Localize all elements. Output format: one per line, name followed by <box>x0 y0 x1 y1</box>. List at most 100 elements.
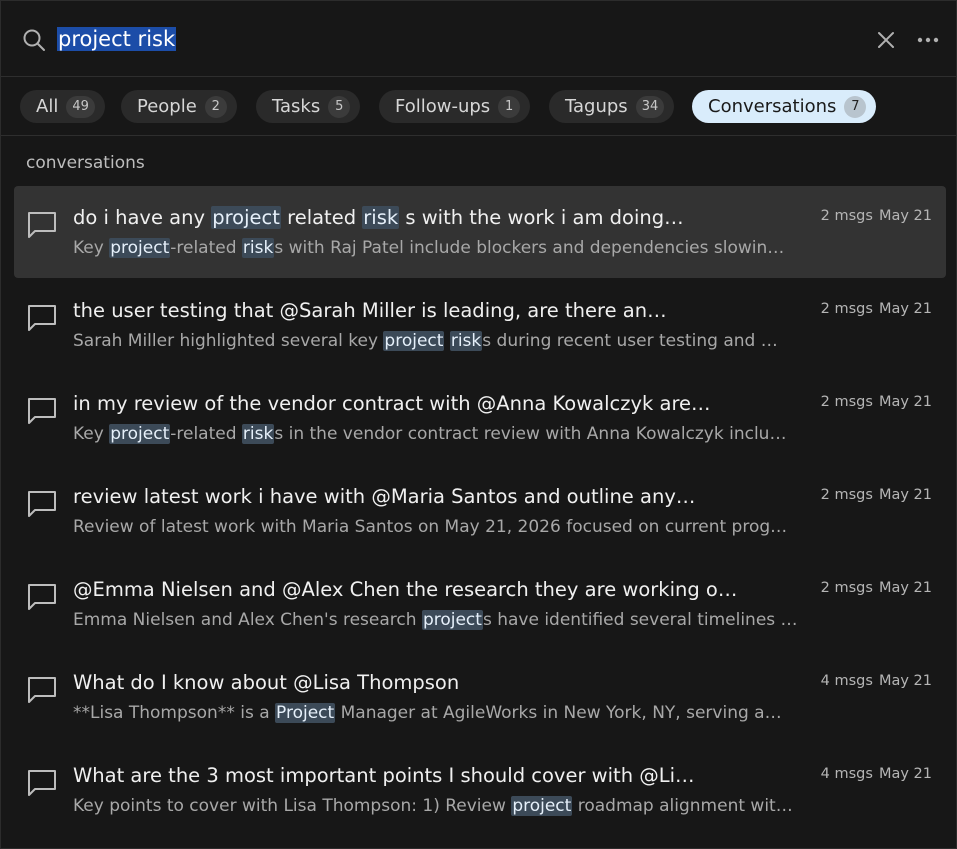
conversation-snippet-text: Review of latest work with Maria Santos … <box>73 517 788 537</box>
conversation-row[interactable]: the user testing that @Sarah Miller is l… <box>14 279 946 371</box>
message-count: 4 msgs <box>820 673 873 689</box>
conversation-date: May 21 <box>878 394 932 410</box>
filter-chip-people[interactable]: People 2 <box>121 90 237 123</box>
conversation-snippet-text: roadmap alignment wit… <box>572 796 793 816</box>
match-highlight: project <box>211 206 281 229</box>
section-heading: conversations <box>26 153 145 173</box>
filter-chip-tasks[interactable]: Tasks 5 <box>256 90 361 123</box>
conversation-row[interactable]: review latest work i have with @Maria Sa… <box>14 465 946 557</box>
filter-chip-all[interactable]: All 49 <box>20 90 105 123</box>
match-highlight: risk <box>241 424 275 444</box>
conversation-snippet-text: Key <box>73 238 110 258</box>
conversation-date: May 21 <box>878 301 932 317</box>
filter-chip-label: Tagups <box>565 96 628 117</box>
conversation-snippet: Key points to cover with Lisa Thompson: … <box>73 793 813 819</box>
match-highlight: project <box>109 424 171 444</box>
match-highlight: project <box>421 610 483 630</box>
filter-chip-count: 5 <box>328 95 351 118</box>
more-horizontal-icon[interactable] <box>915 28 941 52</box>
conversation-snippet-text: -related <box>170 238 242 258</box>
conversation-snippet-text: s during recent user testing and … <box>482 331 778 351</box>
search-input[interactable]: project risk <box>57 23 177 55</box>
match-highlight: project <box>383 331 445 351</box>
conversation-title-text: do i have any <box>73 206 212 229</box>
search-bar: project risk <box>1 1 956 77</box>
filter-chip-tagups[interactable]: Tagups 34 <box>549 90 675 123</box>
search-icon <box>23 29 45 51</box>
chat-bubble-icon <box>28 770 56 796</box>
conversation-snippet-text: Manager at AgileWorks in New York, NY, s… <box>335 703 782 723</box>
conversation-date: May 21 <box>878 673 932 689</box>
conversation-row[interactable]: in my review of the vendor contract with… <box>14 372 946 464</box>
filter-chip-label: Conversations <box>708 96 837 117</box>
filter-chip-label: Follow-ups <box>395 96 491 117</box>
conversation-snippet-text: s in the vendor contract review with Ann… <box>274 424 787 444</box>
filter-chip-count: 34 <box>635 95 665 118</box>
filter-chip-count: 7 <box>844 95 867 118</box>
conversation-meta: 2 msgs May 21 <box>821 487 932 503</box>
conversation-row[interactable]: What are the 3 most important points I s… <box>14 744 946 836</box>
match-highlight: project <box>109 238 171 258</box>
conversation-snippet-text: s with Raj Patel include blockers and de… <box>274 238 785 258</box>
conversation-meta: 4 msgs May 21 <box>821 766 932 782</box>
conversation-meta: 2 msgs May 21 <box>821 301 932 317</box>
filter-chip-count: 2 <box>204 95 227 118</box>
conversation-title: the user testing that @Sarah Miller is l… <box>73 297 753 325</box>
filter-chips: All 49 People 2 Tasks 5 Follow-ups 1 Tag… <box>1 78 956 136</box>
filter-chip-label: Tasks <box>272 96 321 117</box>
message-count: 4 msgs <box>820 766 873 782</box>
conversation-title-text: the user testing that @Sarah Miller is l… <box>73 299 667 322</box>
conversation-title-text: What do I know about @Lisa Thompson <box>73 671 460 694</box>
conversation-meta: 2 msgs May 21 <box>821 394 932 410</box>
conversation-snippet: Key project-related risks with Raj Patel… <box>73 235 813 261</box>
conversation-title-text: in my review of the vendor contract with… <box>73 392 711 415</box>
conversation-title-text: s with the work i am doing… <box>399 206 684 229</box>
chat-bubble-icon <box>28 212 56 238</box>
filter-chip-follow-ups[interactable]: Follow-ups 1 <box>379 90 531 123</box>
filter-chip-conversations[interactable]: Conversations 7 <box>692 90 877 123</box>
message-count: 2 msgs <box>820 301 873 317</box>
conversation-date: May 21 <box>878 766 932 782</box>
search-query: project risk <box>57 27 177 51</box>
conversation-title: in my review of the vendor contract with… <box>73 390 753 418</box>
close-icon[interactable] <box>874 28 898 52</box>
conversation-title: do i have any project related risk s wit… <box>73 204 753 232</box>
message-count: 2 msgs <box>820 394 873 410</box>
conversation-snippet-text: **Lisa Thompson** is a <box>73 703 276 723</box>
conversation-date: May 21 <box>878 580 932 596</box>
message-count: 2 msgs <box>820 487 873 503</box>
chat-bubble-icon <box>28 584 56 610</box>
conversation-snippet: **Lisa Thompson** is a Project Manager a… <box>73 700 813 726</box>
filter-chip-label: People <box>137 96 197 117</box>
conversation-title-text: @Emma Nielsen and @Alex Chen the researc… <box>73 578 738 601</box>
conversation-snippet-text: Emma Nielsen and Alex Chen's research <box>73 610 422 630</box>
conversation-snippet-text: -related <box>170 424 242 444</box>
conversation-snippet-text: Key <box>73 424 110 444</box>
conversation-title: What are the 3 most important points I s… <box>73 762 753 790</box>
match-highlight: risk <box>449 331 483 351</box>
conversation-snippet: Key project-related risks in the vendor … <box>73 421 813 447</box>
message-count: 2 msgs <box>820 580 873 596</box>
chat-bubble-icon <box>28 491 56 517</box>
chat-bubble-icon <box>28 398 56 424</box>
conversation-title-text: related <box>280 206 363 229</box>
conversation-snippet-text: Sarah Miller highlighted several key <box>73 331 384 351</box>
conversation-snippet: Review of latest work with Maria Santos … <box>73 514 813 540</box>
conversation-date: May 21 <box>878 208 932 224</box>
search-panel: project risk All 49 People 2 Tasks 5 Fol… <box>0 0 957 849</box>
conversation-title: What do I know about @Lisa Thompson <box>73 669 753 697</box>
conversation-row[interactable]: @Emma Nielsen and @Alex Chen the researc… <box>14 558 946 650</box>
filter-chip-count: 1 <box>498 95 521 118</box>
conversation-title: @Emma Nielsen and @Alex Chen the researc… <box>73 576 753 604</box>
conversation-title-text: review latest work i have with @Maria Sa… <box>73 485 696 508</box>
conversation-snippet-text: s have identified several timelines … <box>482 610 798 630</box>
conversation-snippet-text: Key points to cover with Lisa Thompson: … <box>73 796 512 816</box>
match-highlight: risk <box>362 206 400 229</box>
conversation-row[interactable]: What do I know about @Lisa Thompson **Lis… <box>14 651 946 743</box>
conversation-row[interactable]: do i have any project related risk s wit… <box>14 186 946 278</box>
conversation-snippet: Sarah Miller highlighted several key pro… <box>73 328 813 354</box>
conversation-meta: 4 msgs May 21 <box>821 673 932 689</box>
filter-chip-label: All <box>36 96 59 117</box>
chat-bubble-icon <box>28 305 56 331</box>
match-highlight: risk <box>241 238 275 258</box>
